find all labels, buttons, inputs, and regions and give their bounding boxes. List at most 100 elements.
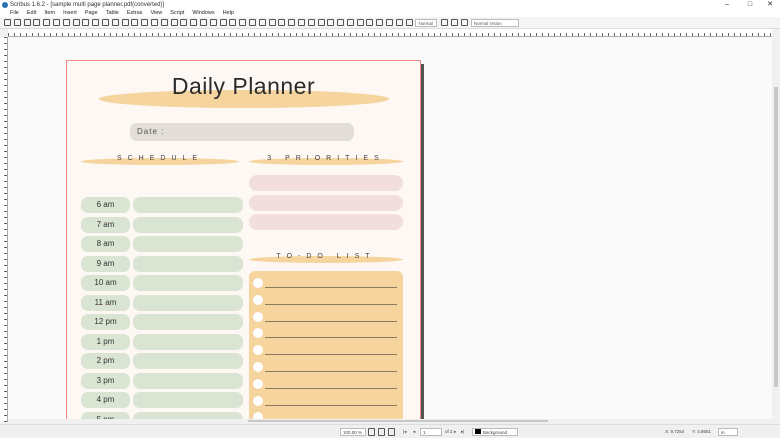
- last-page-icon[interactable]: ▸|: [461, 428, 464, 436]
- todo-checkbox[interactable]: [253, 362, 263, 372]
- vertical-ruler[interactable]: [0, 37, 8, 422]
- schedule-slot[interactable]: [133, 314, 243, 330]
- close-button[interactable]: ✕: [760, 0, 780, 9]
- schedule-slot[interactable]: [133, 236, 243, 252]
- pdf-checkbox-icon[interactable]: [346, 19, 354, 26]
- unlink-frames-icon[interactable]: [297, 19, 305, 26]
- todo-checkbox[interactable]: [253, 345, 263, 356]
- priority-field[interactable]: [249, 214, 403, 230]
- menu-view[interactable]: View: [150, 10, 162, 16]
- shape-icon[interactable]: [170, 19, 178, 26]
- menu-help[interactable]: Help: [223, 10, 234, 16]
- todo-line[interactable]: [265, 320, 397, 322]
- todo-line[interactable]: [265, 371, 397, 372]
- maximize-button[interactable]: □: [740, 0, 760, 9]
- schedule-slot[interactable]: [133, 216, 243, 233]
- menu-extras[interactable]: Extras: [127, 10, 143, 16]
- vision-select[interactable]: Normal Vision: [470, 18, 519, 27]
- todo-checkbox[interactable]: [253, 294, 263, 305]
- schedule-slot[interactable]: [133, 392, 243, 408]
- copy-properties-icon[interactable]: [317, 19, 325, 26]
- scroll-thumb[interactable]: [248, 420, 548, 422]
- layer-select[interactable]: Background: [472, 428, 518, 436]
- page-input[interactable]: 1: [420, 428, 442, 436]
- link-frames-icon[interactable]: [288, 19, 296, 26]
- save-icon[interactable]: [23, 19, 31, 26]
- pdf-button-icon[interactable]: [337, 19, 345, 26]
- priority-field[interactable]: [249, 194, 403, 211]
- todo-line[interactable]: [265, 387, 397, 389]
- todo-line[interactable]: [265, 354, 397, 356]
- calligraphic-icon[interactable]: [239, 19, 247, 26]
- todo-line[interactable]: [265, 303, 397, 305]
- unit-select[interactable]: in: [718, 428, 738, 436]
- menu-page[interactable]: Page: [85, 10, 98, 16]
- eye-icon[interactable]: [451, 19, 459, 26]
- zoom-in-icon[interactable]: [388, 428, 395, 436]
- horizontal-scrollbar[interactable]: [8, 419, 772, 423]
- arc-icon[interactable]: [190, 19, 198, 26]
- redo-icon[interactable]: [82, 19, 90, 26]
- priority-field[interactable]: [249, 175, 403, 191]
- zoom-icon[interactable]: [258, 19, 266, 26]
- line-icon[interactable]: [209, 19, 217, 26]
- print-icon[interactable]: [43, 19, 51, 26]
- image-frame-icon[interactable]: [141, 19, 149, 26]
- export-pdf-icon[interactable]: [62, 19, 70, 26]
- polygon-icon[interactable]: [180, 19, 188, 26]
- scroll-thumb[interactable]: [774, 87, 778, 387]
- edit-contents-icon[interactable]: [268, 19, 276, 26]
- schedule-slot[interactable]: [133, 294, 243, 311]
- zoom-out-icon[interactable]: [368, 428, 375, 436]
- preflight-icon[interactable]: [52, 19, 60, 26]
- menu-edit[interactable]: Edit: [27, 10, 36, 16]
- menu-item[interactable]: Item: [44, 10, 55, 16]
- undo-icon[interactable]: [72, 19, 80, 26]
- copy-icon[interactable]: [101, 19, 109, 26]
- table-icon[interactable]: [160, 19, 168, 26]
- zoom-input[interactable]: 100.00 %: [340, 428, 366, 436]
- close-doc-icon[interactable]: [33, 19, 41, 26]
- pdf-link-icon[interactable]: [405, 19, 413, 26]
- schedule-slot[interactable]: [133, 372, 243, 389]
- schedule-slot[interactable]: [133, 353, 243, 369]
- pdf-radio-icon[interactable]: [356, 19, 364, 26]
- vertical-scrollbar[interactable]: [772, 37, 780, 422]
- eyedropper-icon[interactable]: [327, 19, 335, 26]
- open-icon[interactable]: [13, 19, 21, 26]
- measure-icon[interactable]: [307, 19, 315, 26]
- todo-checkbox[interactable]: [253, 395, 263, 406]
- next-page-icon[interactable]: ▸: [454, 428, 456, 436]
- cut-icon[interactable]: [92, 19, 100, 26]
- todo-line[interactable]: [265, 404, 397, 406]
- render-frame-icon[interactable]: [150, 19, 158, 26]
- todo-line[interactable]: [265, 287, 397, 288]
- todo-checkbox[interactable]: [253, 278, 263, 288]
- todo-line[interactable]: [265, 337, 397, 339]
- rotate-icon[interactable]: [248, 19, 256, 26]
- horizontal-ruler[interactable]: [8, 29, 772, 37]
- paste-icon[interactable]: [111, 19, 119, 26]
- schedule-slot[interactable]: [133, 275, 243, 291]
- view-mode-select[interactable]: Normal: [415, 18, 438, 27]
- pdf-combobox-icon[interactable]: [376, 19, 384, 26]
- select-icon[interactable]: [121, 19, 129, 26]
- canvas[interactable]: Daily Planner Date : SCHEDULE 3 PRIORITI…: [8, 37, 772, 422]
- pdf-listbox-icon[interactable]: [386, 19, 394, 26]
- zoom-100-icon[interactable]: [378, 428, 385, 436]
- edit-text-icon[interactable]: [278, 19, 286, 26]
- menu-windows[interactable]: Windows: [192, 10, 214, 16]
- first-page-icon[interactable]: |◂: [403, 428, 406, 436]
- text-frame-icon[interactable]: [131, 19, 139, 26]
- prev-page-icon[interactable]: ◂: [413, 428, 415, 436]
- schedule-slot[interactable]: [133, 197, 243, 213]
- freehand-icon[interactable]: [229, 19, 237, 26]
- todo-checkbox[interactable]: [253, 378, 263, 389]
- bezier-icon[interactable]: [219, 19, 227, 26]
- todo-checkbox[interactable]: [253, 311, 263, 322]
- bleed-icon[interactable]: [461, 19, 469, 26]
- spiral-icon[interactable]: [199, 19, 207, 26]
- pdf-textfield-icon[interactable]: [366, 19, 374, 26]
- preview-icon[interactable]: [441, 19, 449, 26]
- schedule-slot[interactable]: [133, 255, 243, 272]
